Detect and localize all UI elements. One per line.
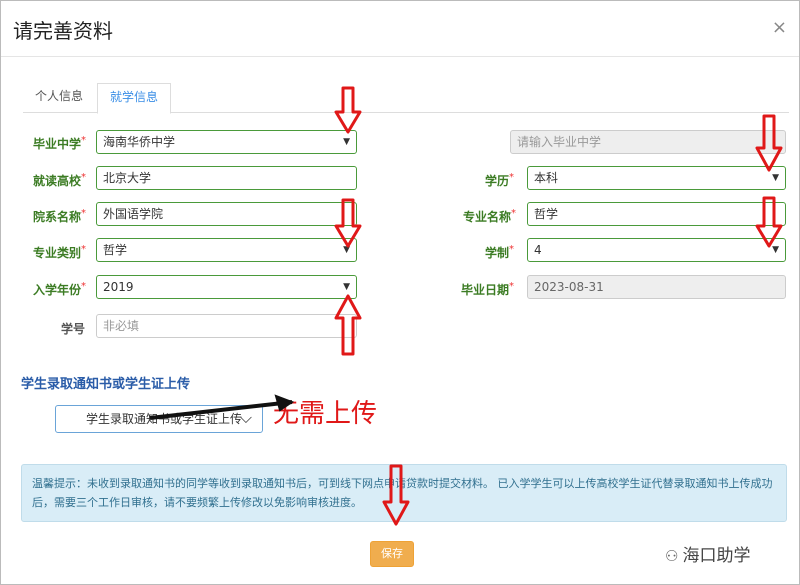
- dialog-header: 请完善资料 ×: [1, 1, 799, 57]
- student-id-label: 学号: [61, 322, 86, 336]
- department-input[interactable]: 外国语学院: [96, 202, 357, 226]
- major-input[interactable]: 哲学: [527, 202, 786, 226]
- graduation-date-input[interactable]: 2023-08-31: [527, 275, 786, 299]
- wechat-icon: ⚇: [665, 547, 679, 565]
- major-label: 专业名称*: [463, 208, 517, 224]
- caret-down-icon: ▼: [343, 137, 350, 147]
- degree-select[interactable]: 本科 ▼: [527, 166, 786, 190]
- close-icon[interactable]: ×: [772, 17, 787, 38]
- major-category-select[interactable]: 哲学 ▼: [96, 238, 357, 262]
- dialog: 请完善资料 × 个人信息 就学信息 毕业中学* 海南华侨中学 ▼ 请输入毕业中学 …: [0, 0, 800, 585]
- middle-school-select[interactable]: 海南华侨中学 ▼: [96, 130, 357, 154]
- duration-label: 学制*: [485, 244, 515, 260]
- degree-label: 学历*: [485, 172, 515, 188]
- caret-down-icon: ▼: [343, 245, 350, 255]
- middle-school-label: 毕业中学*: [33, 135, 87, 151]
- major-category-label: 专业类别*: [33, 244, 87, 260]
- tip-box: 温馨提示：未收到录取通知书的同学等收到录取通知书后，可到线下网点申请贷款时提交材…: [21, 464, 787, 522]
- university-input[interactable]: 北京大学: [96, 166, 357, 190]
- university-label: 就读高校*: [33, 172, 87, 188]
- duration-select[interactable]: 4 ▼: [527, 238, 786, 262]
- caret-down-icon: ▼: [343, 282, 350, 292]
- tab-bar: 个人信息 就学信息: [23, 83, 789, 114]
- caret-down-icon: ▼: [772, 245, 779, 255]
- upload-button[interactable]: 学生录取通知书或学生证上传 ⌵: [55, 405, 263, 433]
- student-id-input[interactable]: 非必填: [96, 314, 357, 338]
- chevron-down-icon: ⌵: [239, 408, 252, 427]
- department-label: 院系名称*: [33, 208, 87, 224]
- dialog-title: 请完善资料: [13, 19, 113, 43]
- enroll-year-label: 入学年份*: [33, 281, 87, 297]
- watermark: ⚇ 海口助学: [665, 546, 751, 566]
- enroll-year-select[interactable]: 2019 ▼: [96, 275, 357, 299]
- save-button[interactable]: 保存: [370, 541, 414, 567]
- annotation-no-upload: 无需上传: [273, 399, 378, 429]
- tab-study-info[interactable]: 就学信息: [97, 83, 172, 114]
- tab-personal-info[interactable]: 个人信息: [23, 83, 95, 113]
- graduation-date-label: 毕业日期*: [461, 281, 515, 297]
- caret-down-icon: ▼: [772, 173, 779, 183]
- upload-section-title: 学生录取通知书或学生证上传: [21, 377, 191, 392]
- middle-school-input[interactable]: 请输入毕业中学: [510, 130, 786, 154]
